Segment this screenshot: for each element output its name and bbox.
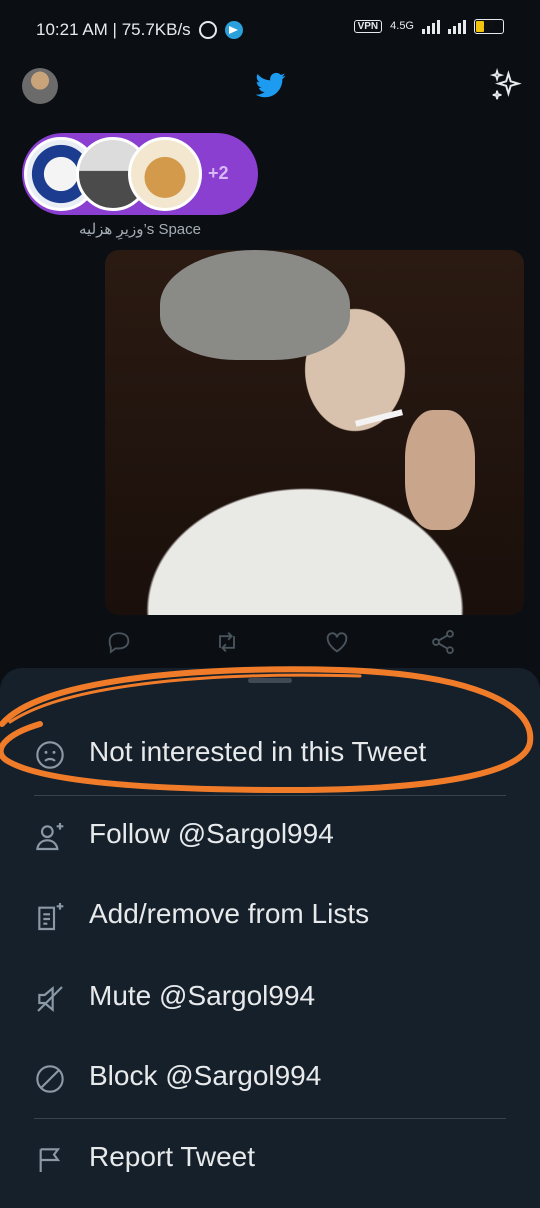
menu-report[interactable]: Report Tweet: [0, 1119, 540, 1199]
like-icon[interactable]: [323, 628, 351, 656]
follow-user-icon: [36, 823, 64, 851]
media-hands: [405, 410, 475, 530]
twitter-bird-icon[interactable]: [254, 70, 288, 100]
status-time-speed: 10:21 AM | 75.7KB/s: [36, 20, 191, 39]
menu-lists[interactable]: Add/remove from Lists: [0, 876, 540, 956]
share-icon[interactable]: [429, 628, 457, 656]
battery-icon: 27: [474, 18, 504, 34]
menu-item-label: Add/remove from Lists: [89, 898, 370, 929]
menu-item-label: Follow @Sargol994: [89, 818, 334, 849]
status-right: VPN 4.5G 27: [353, 18, 504, 34]
media-cigarette: [354, 409, 404, 427]
sparkle-icon[interactable]: [490, 68, 524, 102]
network-type: 4.5G: [390, 20, 414, 32]
status-left: 10:21 AM | 75.7KB/s: [36, 20, 243, 40]
profile-avatar[interactable]: [22, 68, 58, 104]
tweet-media-image[interactable]: [105, 250, 524, 615]
menu-block[interactable]: Block @Sargol994: [0, 1038, 540, 1118]
status-bar: 10:21 AM | 75.7KB/s VPN 4.5G 27: [0, 0, 540, 60]
vpn-badge: VPN: [353, 19, 383, 33]
block-icon: [36, 1065, 64, 1093]
annotation-scribble: [0, 666, 534, 794]
alarm-icon: [198, 21, 217, 39]
menu-mute[interactable]: Mute @Sargol994: [0, 958, 540, 1038]
mute-icon: [37, 986, 63, 1012]
menu-follow[interactable]: Follow @Sargol994: [0, 796, 540, 876]
media-hair: [160, 250, 350, 360]
space-avatar: [128, 137, 202, 211]
tweet-actions: [105, 628, 455, 662]
menu-item-label: Report Tweet: [89, 1141, 256, 1172]
retweet-icon[interactable]: [213, 628, 241, 656]
reply-icon[interactable]: [105, 628, 133, 656]
signal-icon: [422, 18, 440, 34]
spaces-pill[interactable]: +2: [22, 133, 258, 215]
list-add-icon: [38, 903, 64, 931]
space-caption: وزیرِ هزلیه’s Space: [79, 221, 201, 238]
telegram-icon: [224, 21, 243, 39]
flag-icon: [39, 1148, 61, 1172]
space-more-count: +2: [208, 163, 229, 183]
menu-item-label: Mute @Sargol994: [89, 980, 316, 1011]
menu-item-label: Block @Sargol994: [89, 1060, 322, 1091]
battery-level: 27: [483, 19, 495, 31]
signal-icon-2: [448, 18, 466, 34]
